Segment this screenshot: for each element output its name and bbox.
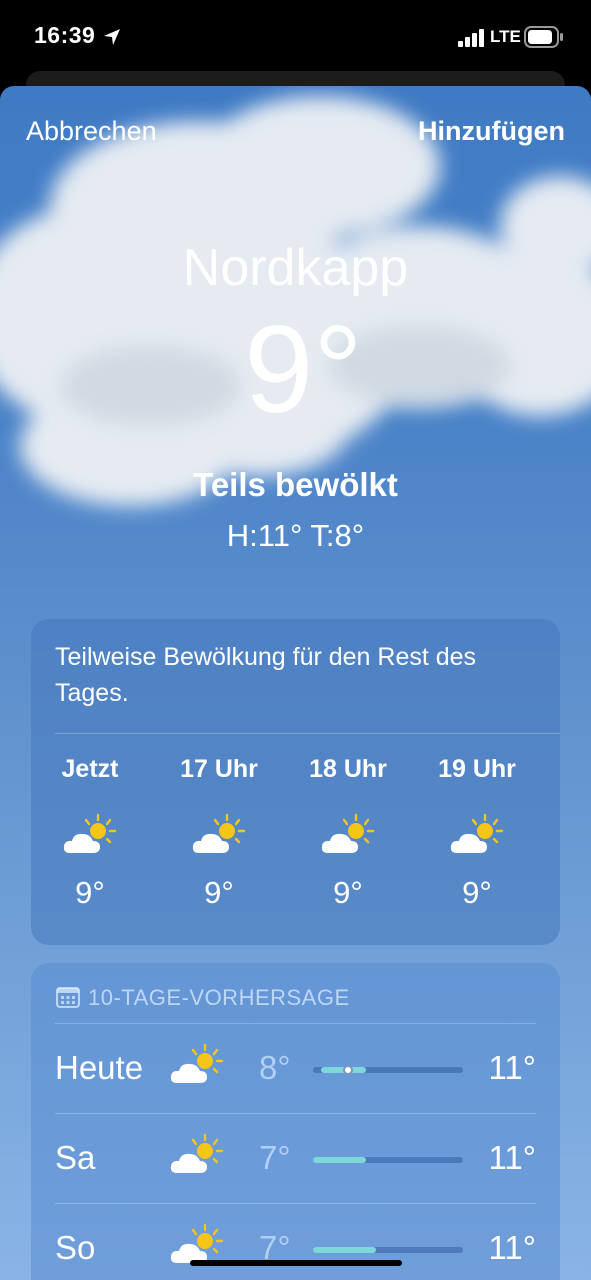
- low-temp: 7°: [259, 1139, 291, 1176]
- partly-cloudy-icon: [192, 813, 246, 853]
- forecast-header-label: 10-TAGE-VORHERSAGE: [88, 985, 350, 1010]
- day-label: So: [55, 1229, 96, 1266]
- day-label: Sa: [55, 1139, 96, 1176]
- add-button[interactable]: Hinzufügen: [418, 116, 565, 147]
- forecast-row[interactable]: So 7° 11°: [55, 1203, 536, 1280]
- forecast-row[interactable]: Heute 8° 11°: [55, 1023, 536, 1113]
- partly-cloudy-icon: [170, 1133, 224, 1173]
- hour-label: Jetzt: [61, 755, 119, 783]
- hour-temp: 9°: [462, 875, 492, 910]
- temp-range-fill: [313, 1247, 376, 1253]
- calendar-icon: [56, 987, 80, 1009]
- current-temp-marker: [342, 1065, 353, 1075]
- forecast-row[interactable]: Sa 7° 11°: [55, 1113, 536, 1203]
- signal-icon: [458, 29, 484, 47]
- temp-range-bar: [313, 1247, 463, 1253]
- high-temp: 11°: [488, 1229, 536, 1266]
- hour-item: 19 Uhr 9°: [422, 755, 532, 911]
- temp-range-fill: [313, 1157, 366, 1163]
- hour-item: 2: [551, 755, 560, 875]
- battery-icon: [524, 26, 563, 48]
- partly-cloudy-icon: [321, 813, 375, 853]
- forecast-header: 10-TAGE-VORHERSAGE: [56, 985, 350, 1011]
- high-temp: 11°: [488, 1139, 536, 1176]
- low-temp: 8°: [259, 1049, 291, 1086]
- hour-item: Jetzt 9°: [35, 755, 145, 911]
- high-low-text: H:11° T:8°: [226, 518, 365, 553]
- partly-cloudy-icon: [63, 813, 117, 853]
- location-arrow-icon: [104, 29, 120, 45]
- hour-label: 19 Uhr: [438, 755, 516, 783]
- high-temp: 11°: [488, 1049, 536, 1086]
- city-name: Nordkapp: [182, 239, 409, 297]
- hour-item: 18 Uhr 9°: [293, 755, 403, 911]
- hour-temp: 9°: [75, 875, 105, 910]
- status-time: 16:39: [34, 22, 96, 48]
- status-bar: 16:39 LTE: [0, 0, 591, 72]
- network-label: LTE: [490, 27, 521, 46]
- temp-range-bar: [313, 1157, 463, 1163]
- hour-temp: 9°: [333, 875, 363, 910]
- partly-cloudy-icon: [450, 813, 504, 853]
- divider: [55, 733, 560, 734]
- partly-cloudy-icon: [170, 1043, 224, 1083]
- forecast-summary: Teilweise Bewölkung für den Rest des Tag…: [55, 643, 477, 707]
- day-label: Heute: [55, 1049, 144, 1086]
- ten-day-forecast-card[interactable]: 10-TAGE-VORHERSAGE Heute 8° 11° Sa 7° 11° So 7°…: [31, 963, 560, 1280]
- hour-label: 2: [551, 755, 560, 789]
- condition-text: Teils bewölkt: [193, 466, 398, 503]
- hour-label: 17 Uhr: [180, 755, 258, 783]
- hour-label: 18 Uhr: [309, 755, 387, 783]
- temp-range-bar: [313, 1065, 463, 1075]
- home-indicator[interactable]: [190, 1260, 402, 1266]
- hour-item: 17 Uhr 9°: [164, 755, 274, 911]
- current-temperature: 9°: [244, 301, 363, 439]
- hourly-forecast-card[interactable]: Teilweise Bewölkung für den Rest des Tag…: [31, 619, 560, 945]
- weather-preview-sheet: Abbrechen Hinzufügen Nordkapp 9° Teils b…: [0, 86, 591, 1280]
- cancel-button[interactable]: Abbrechen: [26, 116, 157, 147]
- hour-temp: 9°: [204, 875, 234, 910]
